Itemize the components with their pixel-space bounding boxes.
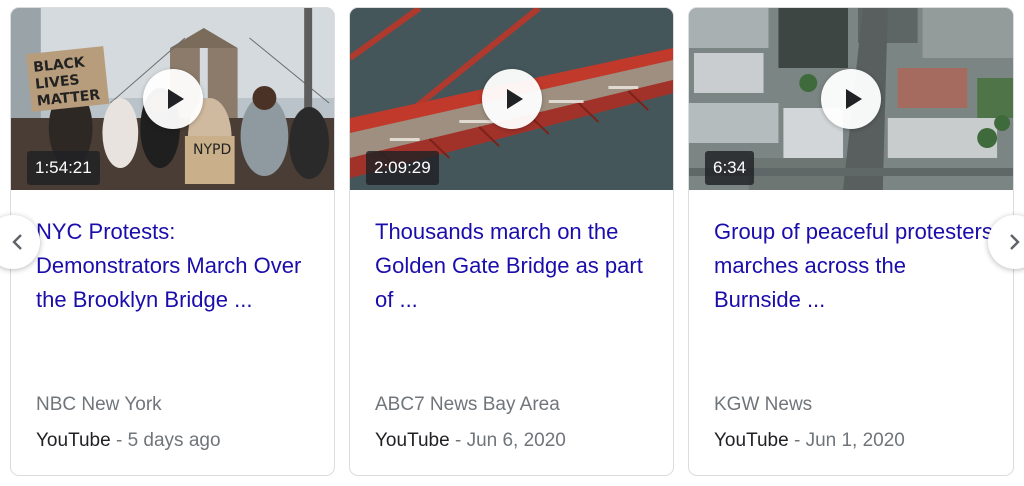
video-duration: 1:54:21: [27, 151, 100, 185]
video-date: Jun 1, 2020: [805, 430, 905, 451]
video-thumbnail[interactable]: BLACK LIVES MATTER NYPD 1:54:21: [11, 8, 334, 190]
video-meta: YouTube - Jun 1, 2020: [714, 430, 905, 452]
video-thumbnail[interactable]: 6:34: [689, 8, 1013, 190]
video-source: KGW News: [714, 394, 813, 415]
protest-sign-right: NYPD: [193, 142, 232, 158]
chevron-left-icon: [12, 234, 22, 250]
video-thumbnail[interactable]: 2:09:29: [350, 8, 673, 190]
protest-sign-left: BLACK LIVES MATTER: [32, 54, 101, 110]
video-source: NBC New York: [36, 394, 162, 415]
play-icon[interactable]: [481, 69, 542, 129]
video-card[interactable]: 2:09:29 Thousands march on the Golden Ga…: [349, 7, 674, 476]
video-duration: 2:09:29: [366, 151, 439, 185]
video-card[interactable]: BLACK LIVES MATTER NYPD 1:54:21 NYC Prot…: [10, 7, 335, 476]
video-title-link[interactable]: Group of peaceful protesters marches acr…: [714, 215, 994, 317]
video-date: 5 days ago: [127, 430, 221, 451]
video-platform: YouTube: [36, 430, 111, 451]
video-title-link[interactable]: NYC Protests: Demonstrators March Over t…: [36, 215, 316, 317]
video-platform: YouTube: [714, 430, 789, 451]
video-title-link[interactable]: Thousands march on the Golden Gate Bridg…: [375, 215, 655, 317]
video-platform: YouTube: [375, 430, 450, 451]
video-card[interactable]: 6:34 Group of peaceful protesters marche…: [688, 7, 1014, 476]
video-date: Jun 6, 2020: [466, 430, 566, 451]
video-duration: 6:34: [705, 151, 755, 185]
play-icon[interactable]: [821, 69, 881, 129]
video-meta: YouTube - Jun 6, 2020: [375, 430, 566, 452]
meta-separator: -: [449, 430, 467, 451]
video-source: ABC7 News Bay Area: [375, 394, 560, 415]
play-icon[interactable]: [142, 69, 203, 129]
chevron-right-icon: [1010, 234, 1020, 250]
meta-separator: -: [110, 430, 128, 451]
video-carousel: BLACK LIVES MATTER NYPD 1:54:21 NYC Prot…: [0, 0, 1024, 486]
video-meta: YouTube - 5 days ago: [36, 430, 221, 452]
meta-separator: -: [788, 430, 806, 451]
